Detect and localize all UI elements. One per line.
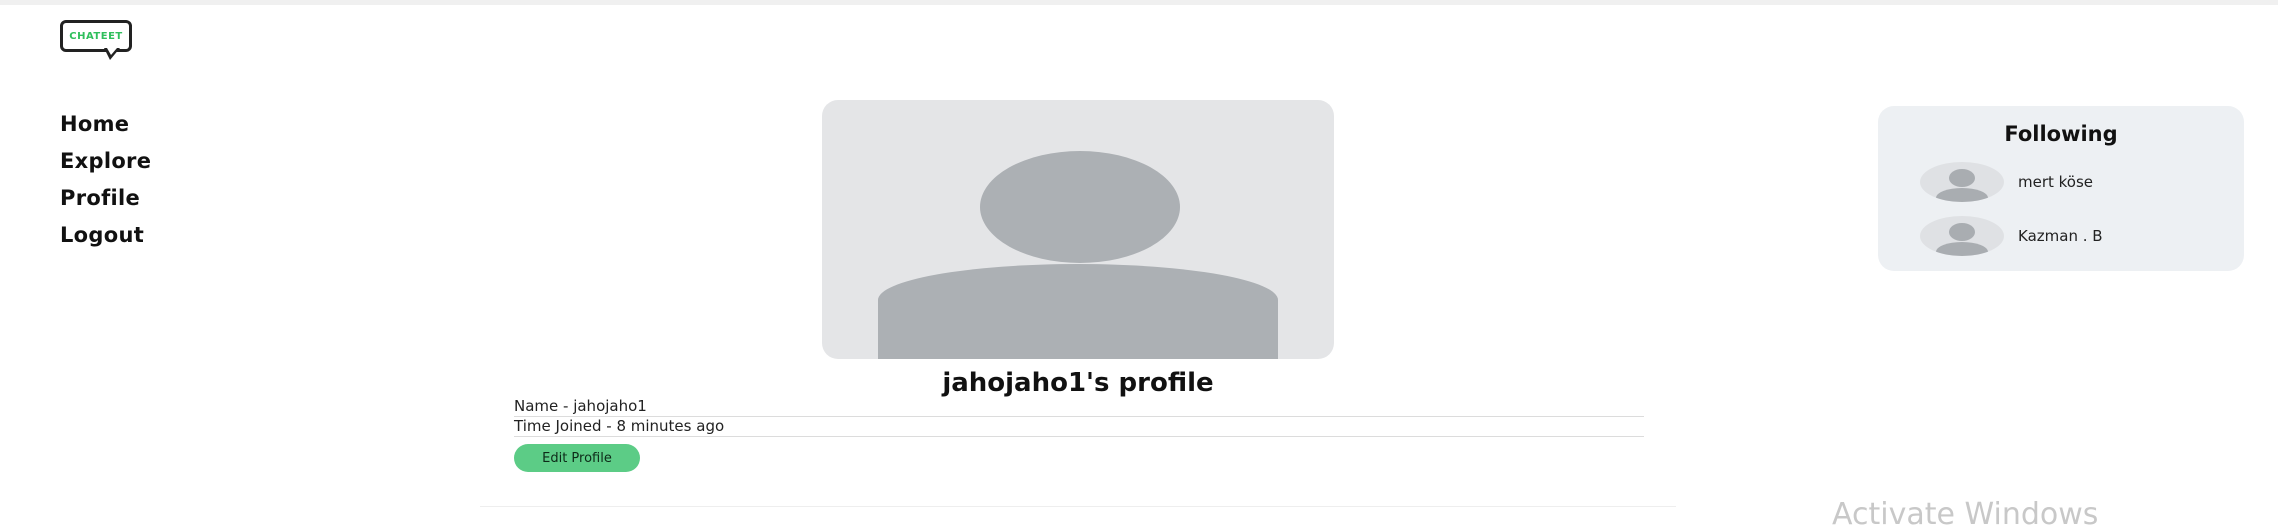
following-user[interactable]: Kazman . B	[1920, 216, 2103, 256]
profile-avatar	[822, 100, 1334, 359]
nav-home[interactable]: Home	[60, 106, 151, 143]
logo-text: CHATEET	[69, 30, 123, 42]
avatar-head	[980, 151, 1180, 263]
avatar-body	[878, 264, 1278, 359]
following-title: Following	[2004, 122, 2118, 146]
speech-bubble-icon: CHATEET	[60, 20, 132, 52]
profile-joined-row: Time Joined - 8 minutes ago	[514, 417, 1644, 437]
avatar-head	[1949, 169, 1975, 187]
content-divider	[480, 506, 1676, 507]
chateet-logo[interactable]: CHATEET	[60, 20, 138, 62]
avatar	[1920, 216, 2004, 256]
following-panel: Following mert köse Kazman . B	[1878, 106, 2244, 271]
sidebar-nav: Home Explore Profile Logout	[60, 106, 151, 254]
following-user[interactable]: mert köse	[1920, 162, 2093, 202]
edit-profile-button[interactable]: Edit Profile	[514, 444, 640, 472]
profile-name-row: Name - jahojaho1	[514, 397, 1644, 417]
following-user-name: mert köse	[2018, 173, 2094, 191]
avatar-body	[1936, 188, 1988, 202]
profile-info: Name - jahojaho1 Time Joined - 8 minutes…	[514, 397, 1644, 437]
following-user-name: Kazman . B	[2018, 227, 2103, 245]
avatar	[1920, 162, 2004, 202]
speech-bubble-tail-inner	[107, 48, 117, 55]
avatar-head	[1949, 223, 1975, 241]
nav-profile[interactable]: Profile	[60, 180, 151, 217]
profile-title: jahojaho1's profile	[942, 368, 1214, 398]
top-border	[0, 0, 2278, 5]
nav-logout[interactable]: Logout	[60, 217, 151, 254]
avatar-body	[1936, 242, 1988, 256]
nav-explore[interactable]: Explore	[60, 143, 151, 180]
activate-windows-watermark: Activate Windows	[1832, 497, 2099, 532]
